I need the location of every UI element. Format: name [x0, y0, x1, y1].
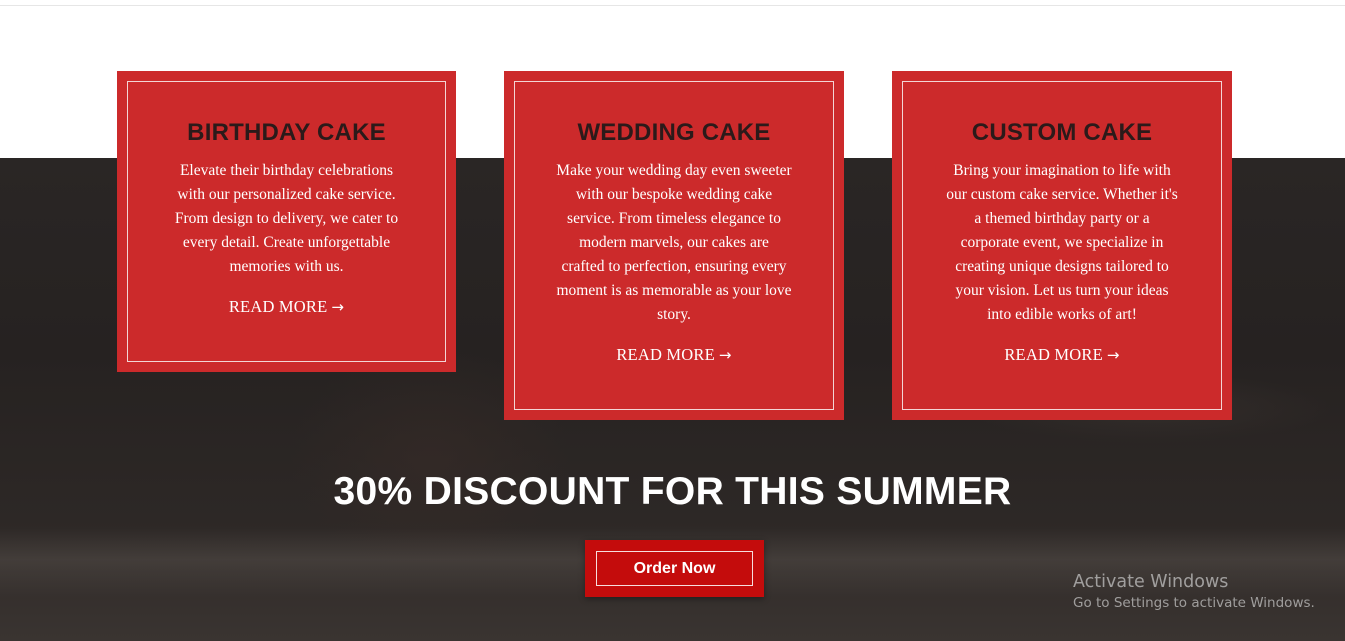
description-line: with our bespoke wedding cake: [575, 186, 773, 203]
description-line: service. From timeless elegance to: [567, 210, 781, 227]
card-frame: WEDDING CAKE Make your wedding day even …: [514, 81, 834, 410]
description-line: modern marvels, our cakes are: [579, 234, 769, 251]
arrow-right-icon: →: [331, 298, 345, 316]
card-title: WEDDING CAKE: [577, 119, 771, 146]
watermark-subtitle: Go to Settings to activate Windows.: [1073, 595, 1315, 611]
service-card-wedding: WEDDING CAKE Make your wedding day even …: [504, 71, 844, 420]
description-line: crafted to perfection, ensuring every: [561, 258, 787, 275]
read-more-link[interactable]: READ MORE →: [616, 345, 731, 365]
order-now-button[interactable]: Order Now: [585, 540, 764, 597]
order-now-label: Order Now: [596, 551, 753, 586]
description-line: a themed birthday party or a: [974, 210, 1150, 227]
description-line: Make your wedding day even sweeter: [556, 162, 792, 179]
description-line: Bring your imagination to life with: [953, 162, 1171, 179]
description-line: creating unique designs tailored to: [955, 258, 1169, 275]
read-more-link[interactable]: READ MORE →: [1004, 345, 1119, 365]
card-description: Make your wedding day even sweeter with …: [550, 159, 798, 327]
description-line: with our personalized cake service.: [177, 186, 396, 203]
arrow-right-icon: →: [718, 346, 732, 364]
watermark-title: Activate Windows: [1073, 572, 1229, 592]
service-card-birthday: BIRTHDAY CAKE Elevate their birthday cel…: [117, 71, 456, 372]
card-frame: BIRTHDAY CAKE Elevate their birthday cel…: [127, 81, 446, 362]
description-line: From design to delivery, we cater to: [174, 210, 399, 227]
service-card-custom: CUSTOM CAKE Bring your imagination to li…: [892, 71, 1232, 420]
read-more-label: READ MORE: [616, 345, 715, 364]
card-title: BIRTHDAY CAKE: [187, 119, 386, 146]
arrow-right-icon: →: [1106, 346, 1120, 364]
description-line: your vision. Let us turn your ideas: [955, 282, 1169, 299]
top-divider: [0, 5, 1345, 6]
read-more-label: READ MORE: [228, 297, 328, 316]
description-line: corporate event, we specialize in: [960, 234, 1164, 251]
card-description: Elevate their birthday celebrations with…: [163, 159, 411, 279]
card-frame: CUSTOM CAKE Bring your imagination to li…: [902, 81, 1222, 410]
description-line: memories with us.: [229, 258, 344, 275]
description-line: Elevate their birthday celebrations: [179, 162, 394, 179]
windows-activation-watermark: Activate Windows Go to Settings to activ…: [1073, 571, 1315, 612]
card-title: CUSTOM CAKE: [971, 119, 1153, 146]
card-description: Bring your imagination to life with our …: [938, 159, 1186, 327]
description-line: every detail. Create unforgettable: [182, 234, 391, 251]
read-more-link[interactable]: READ MORE →: [229, 297, 344, 317]
description-line: our custom cake service. Whether it's: [946, 186, 1178, 203]
promo-heading: 30% DISCOUNT FOR THIS SUMMER: [333, 470, 1012, 513]
description-line: into edible works of art!: [987, 306, 1137, 323]
read-more-label: READ MORE: [1004, 345, 1103, 364]
description-line: story.: [657, 306, 691, 323]
description-line: moment is as memorable as your love: [556, 282, 792, 299]
